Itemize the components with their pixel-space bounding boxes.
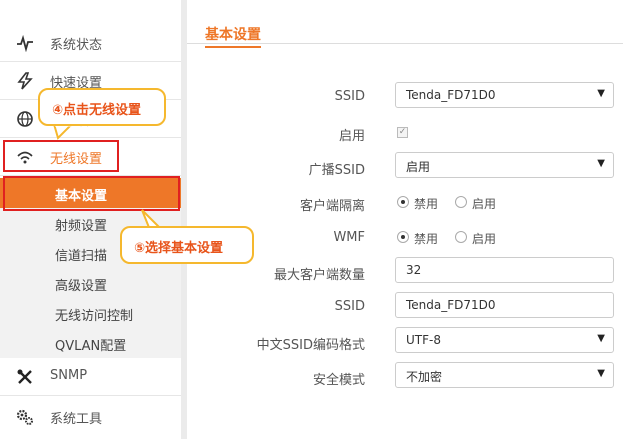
ssid-encoding-select[interactable]: UTF-8 ▼: [395, 327, 614, 353]
tab-underline: [187, 43, 623, 44]
sidebar-item-system-status[interactable]: 系统状态: [0, 24, 181, 62]
callout-step-5: ⑤选择基本设置: [120, 226, 254, 264]
sidebar-item-system-tools[interactable]: 系统工具: [0, 398, 181, 436]
ssid-input[interactable]: Tenda_FD71D0: [395, 292, 614, 318]
dropdown-arrow-icon: ▼: [597, 368, 605, 379]
sidebar-item-label: 系统状态: [50, 38, 103, 53]
lightning-icon: [17, 72, 33, 90]
highlight-wireless-settings: [3, 140, 119, 172]
submenu-item-label: 无线访问控制: [55, 309, 134, 324]
security-mode-value: 不加密: [406, 370, 443, 384]
submenu-item-advanced-settings[interactable]: 高级设置: [0, 268, 181, 298]
dropdown-arrow-icon: ▼: [597, 88, 605, 99]
row-security-mode: 安全模式 不加密 ▼: [187, 362, 623, 392]
max-clients-input[interactable]: 32: [395, 257, 614, 283]
ssid-select-label: SSID: [334, 89, 365, 104]
isolation-disable-radio[interactable]: [397, 196, 409, 208]
row-broadcast-ssid: 广播SSID 启用 ▼: [187, 152, 623, 182]
row-enable: 启用 ✓: [187, 118, 623, 148]
globe-icon: [17, 111, 33, 127]
client-isolation-label: 客户端隔离: [299, 199, 365, 214]
row-ssid-input: SSID Tenda_FD71D0: [187, 292, 623, 322]
ssid-select[interactable]: Tenda_FD71D0 ▼: [395, 82, 614, 108]
max-clients-value: 32: [406, 263, 422, 277]
callout-step-4: ④点击无线设置: [38, 88, 166, 126]
row-ssid-encoding: 中文SSID编码格式 UTF-8 ▼: [187, 327, 623, 357]
ssid-encoding-label: 中文SSID编码格式: [256, 338, 365, 353]
row-client-isolation: 客户端隔离 禁用 启用: [187, 188, 623, 218]
submenu-item-label: 射频设置: [55, 219, 108, 234]
wmf-enable-radio[interactable]: [455, 231, 467, 243]
submenu-item-label: QVLAN配置: [55, 339, 127, 354]
dropdown-arrow-icon: ▼: [597, 333, 605, 344]
sidebar-item-label: SNMP: [50, 368, 88, 383]
broadcast-ssid-label: 广播SSID: [308, 163, 365, 178]
dropdown-arrow-icon: ▼: [597, 158, 605, 169]
max-clients-label: 最大客户端数量: [273, 268, 365, 283]
wmf-enable-label: 启用: [472, 232, 497, 246]
ssid-select-value: Tenda_FD71D0: [406, 88, 496, 102]
pulse-icon: [17, 34, 33, 52]
submenu-item-qvlan[interactable]: QVLAN配置: [0, 328, 181, 358]
security-mode-select[interactable]: 不加密 ▼: [395, 362, 614, 388]
enable-checkbox[interactable]: ✓: [397, 127, 408, 138]
ssid-encoding-value: UTF-8: [406, 333, 441, 347]
isolation-disable-label: 禁用: [414, 197, 439, 211]
submenu-item-label: 高级设置: [55, 279, 108, 294]
tab-basic-settings[interactable]: 基本设置: [205, 24, 261, 48]
row-max-clients: 最大客户端数量 32: [187, 257, 623, 287]
callout-step-5-text: ⑤选择基本设置: [134, 241, 224, 256]
main-content: 基本设置 SSID Tenda_FD71D0 ▼ 启用 ✓ 广播SSID 启用 …: [187, 0, 623, 439]
isolation-enable-radio[interactable]: [455, 196, 467, 208]
sidebar-item-snmp[interactable]: SNMP: [0, 358, 181, 396]
isolation-enable-label: 启用: [472, 197, 497, 211]
wmf-disable-label: 禁用: [414, 232, 439, 246]
broadcast-ssid-select[interactable]: 启用 ▼: [395, 152, 614, 178]
callout-step-4-text: ④点击无线设置: [52, 103, 142, 118]
highlight-basic-settings: [3, 176, 180, 211]
tools-icon: [17, 369, 32, 384]
broadcast-ssid-value: 启用: [406, 160, 431, 174]
enable-label: 启用: [338, 129, 365, 144]
callout-tail: [52, 123, 75, 140]
sidebar-item-label: 系统工具: [50, 412, 103, 427]
submenu-item-access-control[interactable]: 无线访问控制: [0, 298, 181, 328]
security-mode-label: 安全模式: [312, 373, 365, 388]
submenu-item-label: 信道扫描: [55, 249, 108, 264]
wmf-disable-radio[interactable]: [397, 231, 409, 243]
gears-icon: [16, 409, 33, 425]
ssid-input-value: Tenda_FD71D0: [406, 298, 496, 312]
row-ssid-select: SSID Tenda_FD71D0 ▼: [187, 82, 623, 112]
ssid-input-label: SSID: [334, 299, 365, 314]
wmf-label: WMF: [333, 230, 365, 245]
